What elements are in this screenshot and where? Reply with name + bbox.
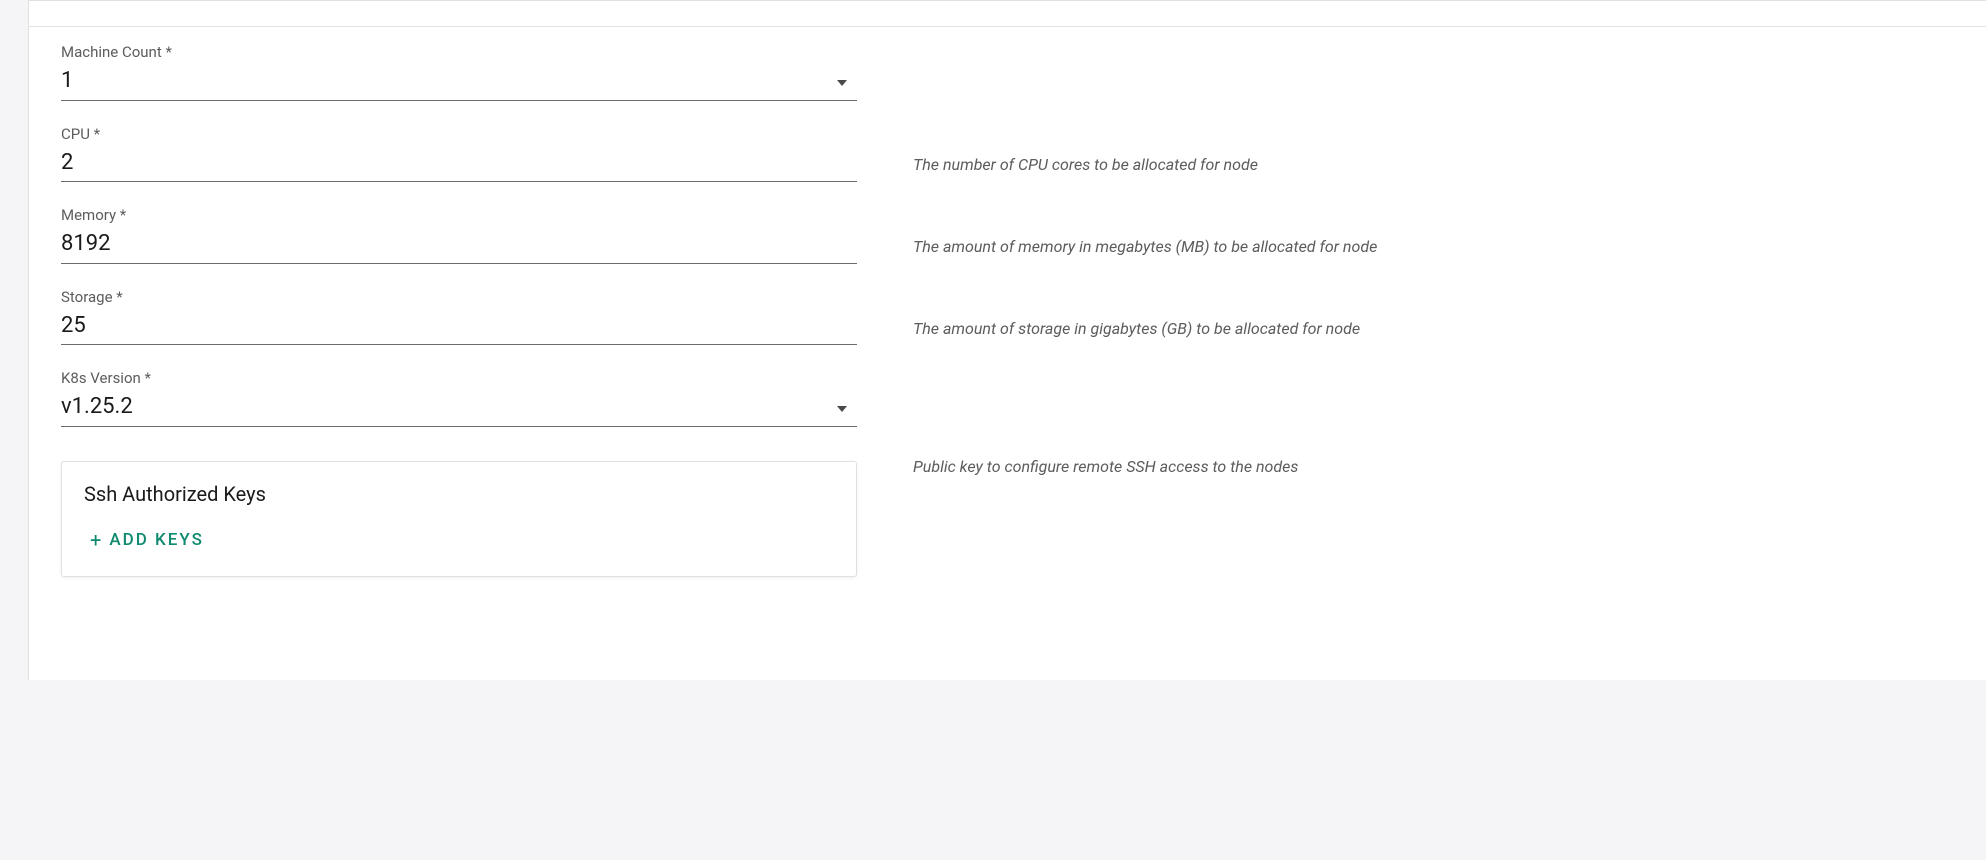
machine-count-field: Machine Count * 1 xyxy=(61,43,857,101)
machine-count-row: Machine Count * 1 xyxy=(61,43,1946,101)
form-area: Machine Count * 1 CPU * The number of CP… xyxy=(29,27,1986,617)
add-keys-button[interactable]: + ADD KEYS xyxy=(84,526,210,554)
cpu-row: CPU * The number of CPU cores to be allo… xyxy=(61,125,1946,183)
memory-help-text: The amount of memory in megabytes (MB) t… xyxy=(913,237,1377,264)
memory-row: Memory * The amount of memory in megabyt… xyxy=(61,206,1946,264)
cpu-label: CPU * xyxy=(61,125,857,143)
ssh-keys-title: Ssh Authorized Keys xyxy=(84,482,834,506)
config-panel: Machine Count * 1 CPU * The number of CP… xyxy=(28,0,1986,680)
cpu-field: CPU * xyxy=(61,125,857,183)
memory-input[interactable] xyxy=(61,230,857,259)
cpu-help-text: The number of CPU cores to be allocated … xyxy=(913,155,1258,182)
k8s-version-label: K8s Version * xyxy=(61,369,857,387)
machine-count-value: 1 xyxy=(61,67,857,96)
ssh-keys-row: Ssh Authorized Keys + ADD KEYS Public ke… xyxy=(61,451,1946,577)
memory-label: Memory * xyxy=(61,206,857,224)
add-keys-label: ADD KEYS xyxy=(109,530,204,550)
ssh-keys-help-text: Public key to configure remote SSH acces… xyxy=(913,451,1298,484)
storage-field: Storage * xyxy=(61,288,857,346)
storage-row: Storage * The amount of storage in gigab… xyxy=(61,288,1946,346)
storage-input[interactable] xyxy=(61,312,857,341)
k8s-version-select[interactable]: v1.25.2 xyxy=(61,393,857,427)
ssh-keys-card: Ssh Authorized Keys + ADD KEYS xyxy=(61,461,857,577)
panel-top-divider xyxy=(29,1,1986,27)
k8s-version-row: K8s Version * v1.25.2 xyxy=(61,369,1946,427)
cpu-input[interactable] xyxy=(61,149,857,178)
k8s-version-field: K8s Version * v1.25.2 xyxy=(61,369,857,427)
storage-help-text: The amount of storage in gigabytes (GB) … xyxy=(913,319,1360,346)
memory-field: Memory * xyxy=(61,206,857,264)
plus-icon: + xyxy=(90,530,101,550)
k8s-version-value: v1.25.2 xyxy=(61,393,857,422)
machine-count-select[interactable]: 1 xyxy=(61,67,857,101)
storage-label: Storage * xyxy=(61,288,857,306)
machine-count-label: Machine Count * xyxy=(61,43,857,61)
